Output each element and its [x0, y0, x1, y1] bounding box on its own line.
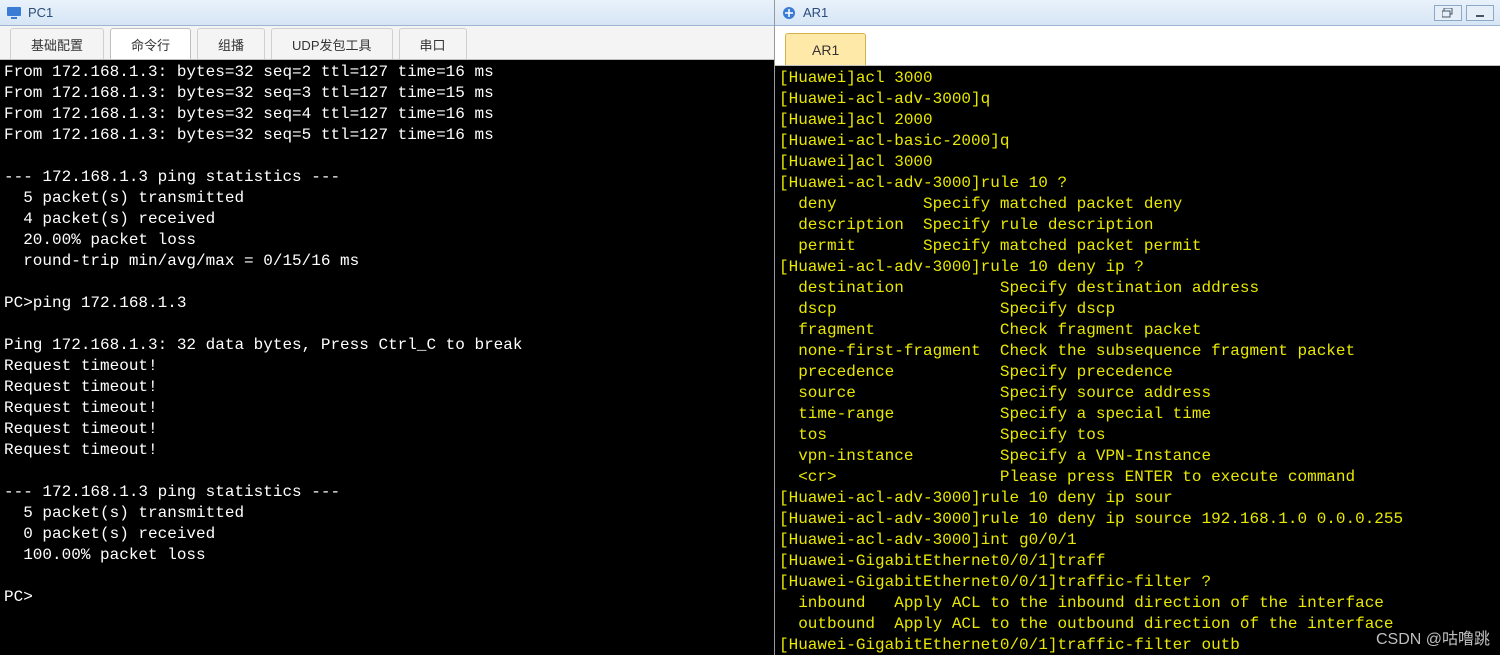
- ar1-title: AR1: [803, 5, 828, 20]
- ar1-window: AR1 AR1 [Huawei]acl 3000 [Huawei-acl-adv…: [775, 0, 1500, 655]
- router-icon: [781, 5, 797, 21]
- tab-udp-tool[interactable]: UDP发包工具: [271, 28, 392, 59]
- pc1-title: PC1: [28, 5, 53, 20]
- window-controls: [1434, 5, 1494, 21]
- pc1-terminal[interactable]: From 172.168.1.3: bytes=32 seq=2 ttl=127…: [0, 60, 774, 655]
- pc1-titlebar[interactable]: PC1: [0, 0, 774, 26]
- restore-button[interactable]: [1434, 5, 1462, 21]
- tab-multicast[interactable]: 组播: [197, 28, 265, 59]
- tab-serial[interactable]: 串口: [399, 28, 467, 59]
- pc1-window: PC1 基础配置 命令行 组播 UDP发包工具 串口 From 172.168.…: [0, 0, 775, 655]
- ar1-tabs: AR1: [775, 26, 1500, 66]
- pc1-tabs: 基础配置 命令行 组播 UDP发包工具 串口: [0, 26, 774, 60]
- pc-icon: [6, 5, 22, 21]
- ar1-titlebar[interactable]: AR1: [775, 0, 1500, 26]
- tab-ar1[interactable]: AR1: [785, 33, 866, 65]
- tab-basic-config[interactable]: 基础配置: [10, 28, 104, 59]
- tab-cli[interactable]: 命令行: [110, 28, 191, 59]
- minimize-button[interactable]: [1466, 5, 1494, 21]
- ar1-terminal[interactable]: [Huawei]acl 3000 [Huawei-acl-adv-3000]q …: [775, 66, 1500, 655]
